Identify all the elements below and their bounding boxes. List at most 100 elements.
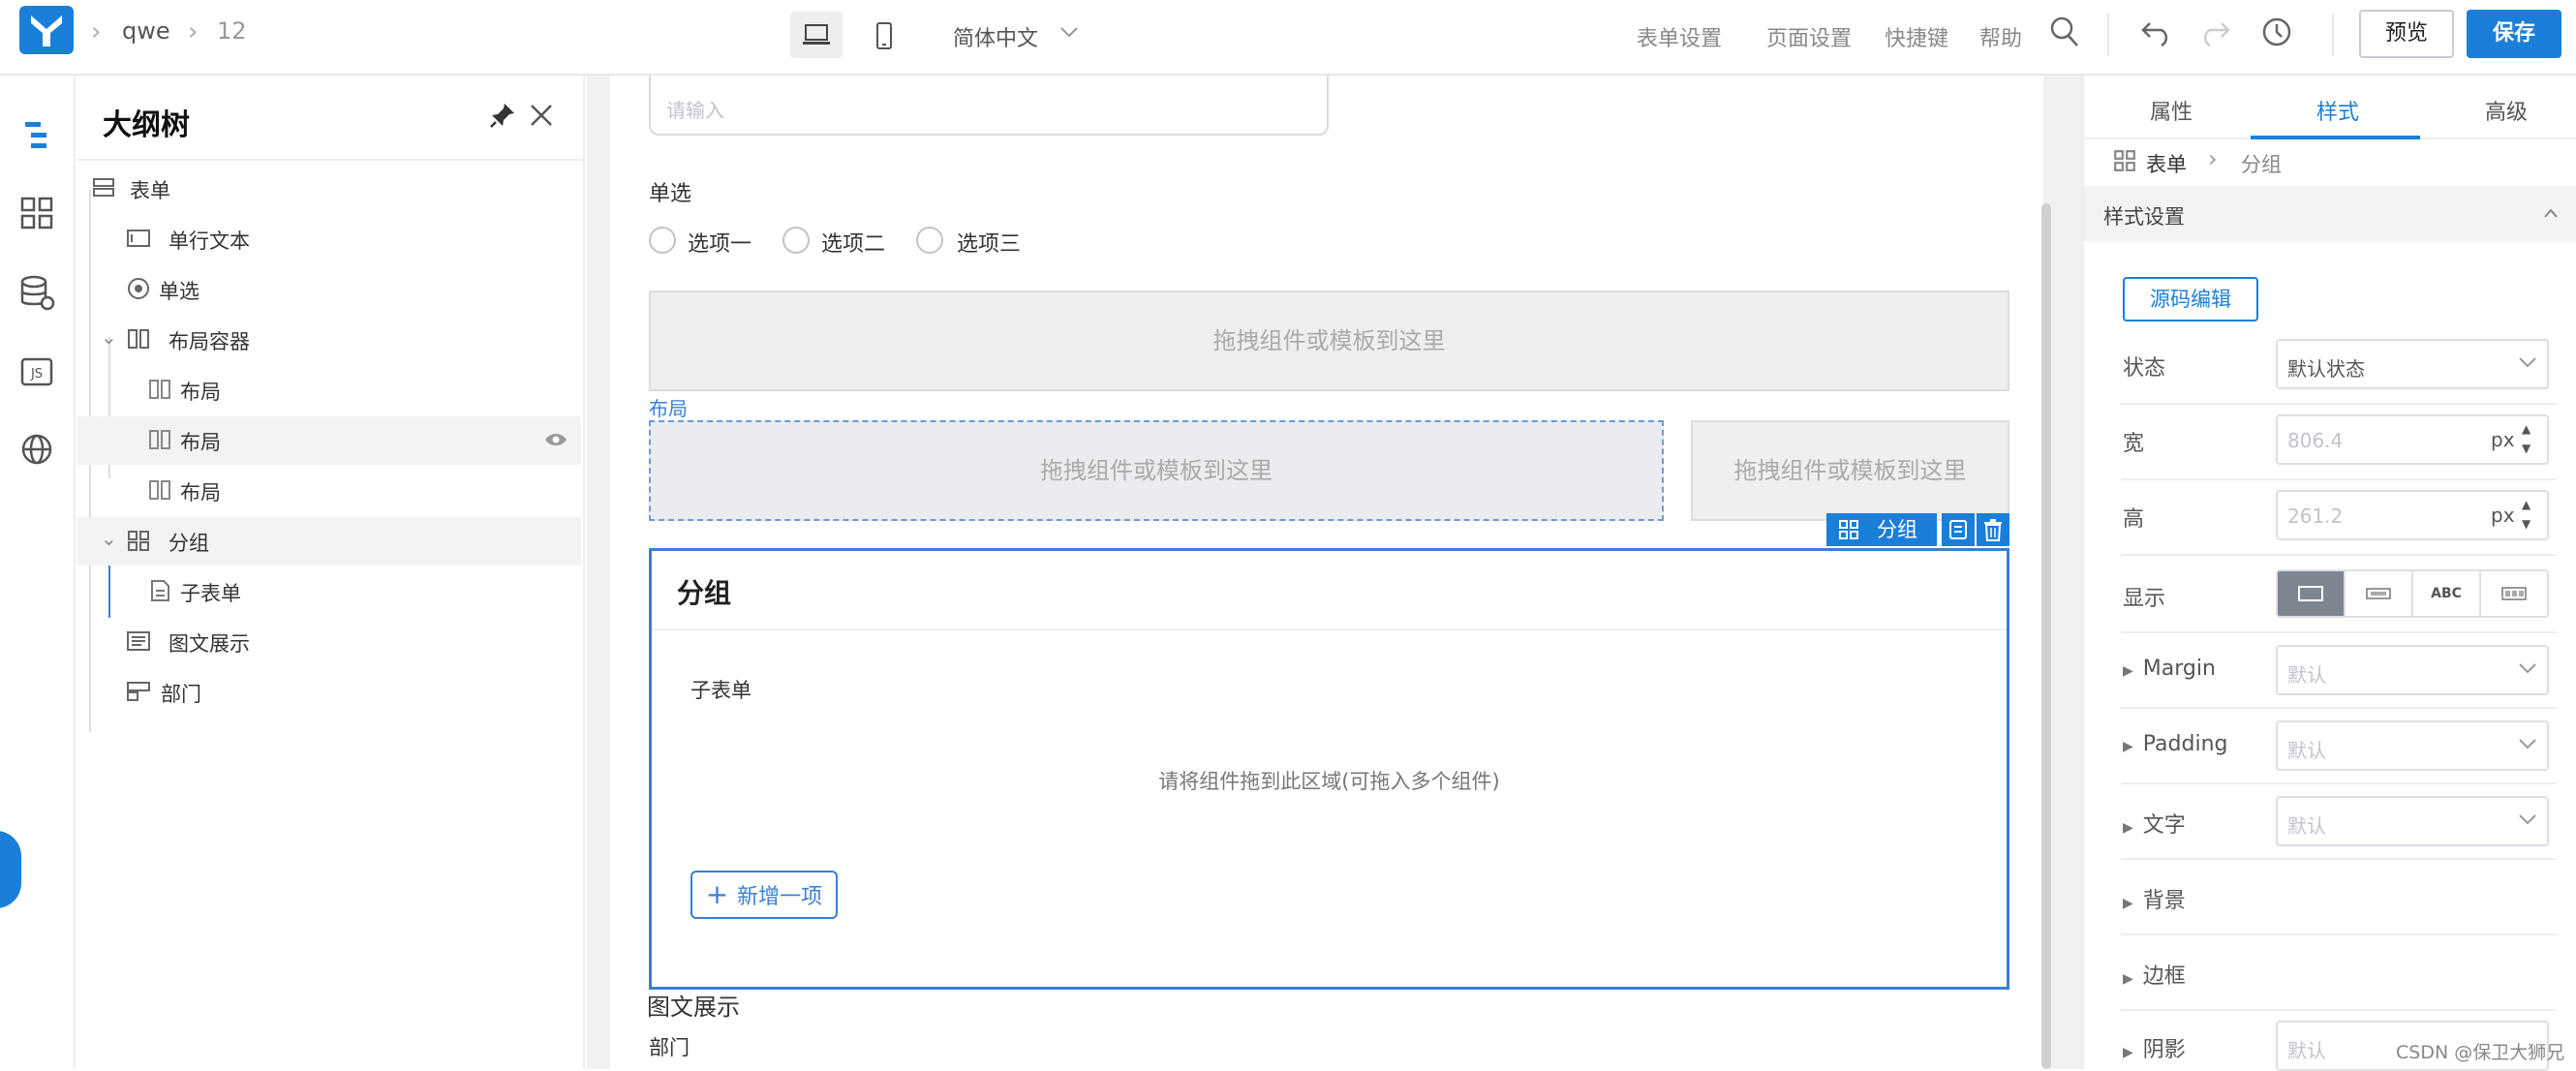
tree-item-layout[interactable]: 布局: [77, 416, 581, 465]
caret-right-icon: ▶: [2123, 1045, 2133, 1060]
outline-tree-icon[interactable]: [17, 116, 56, 155]
chevron-down-icon[interactable]: ⌄: [101, 527, 117, 550]
tree-item-form[interactable]: 表单: [77, 165, 581, 213]
breadcrumb-app[interactable]: qwe: [122, 17, 170, 45]
desktop-view-button[interactable]: [790, 12, 843, 58]
width-unit[interactable]: px: [2491, 428, 2515, 451]
border-toggle[interactable]: ▶ 边框: [2123, 959, 2186, 990]
padding-toggle[interactable]: ▶ Padding: [2123, 732, 2228, 756]
active-tab-underline: [2251, 136, 2420, 139]
redo-icon[interactable]: [2198, 19, 2231, 46]
tree-item-subform[interactable]: 子表单: [77, 567, 581, 616]
style-settings-header[interactable]: 样式设置: [2084, 186, 2576, 242]
save-button[interactable]: 保存: [2467, 10, 2561, 58]
page-settings-link[interactable]: 页面设置: [1766, 21, 1852, 52]
undo-icon[interactable]: [2140, 19, 2173, 46]
subform-drop-hint[interactable]: 请将组件拖到此区域(可拖入多个组件): [652, 766, 2007, 795]
radio-option-2[interactable]: [782, 227, 810, 254]
pin-icon[interactable]: [488, 101, 517, 130]
delete-button[interactable]: [1977, 513, 2009, 546]
tree-item-layout[interactable]: 布局: [77, 467, 581, 515]
tree-item-label: 布局: [180, 381, 221, 404]
tree-item-group[interactable]: ⌄ 分组: [77, 517, 581, 566]
padding-select[interactable]: 默认: [2276, 720, 2549, 771]
mobile-view-button[interactable]: [858, 12, 910, 58]
display-inline-block-option[interactable]: [2346, 571, 2413, 616]
add-item-button[interactable]: + 新增一项: [690, 871, 838, 919]
stepper-up-icon[interactable]: ▲: [2522, 498, 2530, 511]
tree-item-layout[interactable]: 布局: [77, 366, 581, 414]
width-input[interactable]: 806.4 px ▲ ▼: [2276, 414, 2549, 465]
text-style-select[interactable]: 默认: [2276, 796, 2549, 846]
selected-component-tag[interactable]: 分组: [1826, 513, 1937, 546]
tree-item-label: 单选: [159, 280, 199, 303]
column-icon: [149, 430, 170, 449]
shortcuts-link[interactable]: 快捷键: [1885, 21, 1948, 52]
search-icon[interactable]: [2049, 15, 2080, 48]
layout-drop-zone[interactable]: 拖拽组件或模板到这里: [649, 291, 2009, 391]
language-select[interactable]: 简体中文: [953, 21, 1038, 52]
tab-advanced[interactable]: 高级: [2485, 95, 2528, 126]
eye-icon[interactable]: [544, 432, 567, 447]
tree-item-richtext[interactable]: 图文展示: [77, 618, 581, 666]
display-flex-option[interactable]: [2481, 571, 2547, 616]
divider: [2121, 707, 2557, 709]
radio-option-3[interactable]: [916, 227, 943, 254]
display-inline-option[interactable]: ABC: [2413, 571, 2481, 616]
js-code-icon[interactable]: JS: [17, 352, 56, 391]
copy-button[interactable]: [1942, 513, 1975, 546]
stepper-up-icon[interactable]: ▲: [2522, 422, 2530, 436]
layout-column-drop-zone[interactable]: 拖拽组件或模板到这里: [649, 420, 1664, 521]
canvas-scrollbar[interactable]: [2041, 203, 2051, 1069]
expand-fab-button[interactable]: [0, 831, 21, 908]
tree-item-department[interactable]: 部门: [77, 668, 581, 717]
height-unit[interactable]: px: [2491, 504, 2515, 527]
shadow-toggle[interactable]: ▶ 阴影: [2123, 1032, 2186, 1063]
radio-option-label: 选项三: [957, 232, 1022, 257]
datasource-icon[interactable]: [17, 273, 56, 312]
margin-toggle[interactable]: ▶ Margin: [2123, 657, 2216, 681]
stepper-down-icon[interactable]: ▼: [2522, 442, 2530, 455]
padding-placeholder: 默认: [2287, 739, 2326, 762]
department-label: 部门: [649, 1036, 690, 1059]
text-input-field[interactable]: 请输入: [649, 76, 1329, 136]
preview-button[interactable]: 预览: [2359, 10, 2454, 58]
close-icon[interactable]: [529, 103, 554, 128]
components-grid-icon[interactable]: [17, 194, 56, 232]
app-logo[interactable]: [19, 6, 74, 54]
selected-component-name: 分组: [1877, 518, 1917, 541]
tree-item-textfield[interactable]: 单行文本: [77, 215, 581, 263]
layout-column-drop-zone[interactable]: 拖拽组件或模板到这里: [1691, 420, 2009, 521]
height-input[interactable]: 261.2 px ▲ ▼: [2276, 490, 2549, 540]
layout-container-icon: [128, 329, 149, 349]
tab-style[interactable]: 样式: [2316, 95, 2359, 126]
background-toggle[interactable]: ▶ 背景: [2123, 883, 2186, 914]
form-settings-link[interactable]: 表单设置: [1637, 21, 1722, 52]
group-component[interactable]: 分组 子表单 请将组件拖到此区域(可拖入多个组件) + 新增一项: [649, 548, 2009, 990]
shadow-label: 阴影: [2142, 1038, 2186, 1062]
globe-icon[interactable]: [17, 430, 56, 469]
display-block-option[interactable]: [2278, 571, 2346, 616]
text-style-toggle[interactable]: ▶ 文字: [2123, 808, 2186, 839]
border-label: 边框: [2142, 964, 2186, 989]
tree-item-label: 布局: [180, 431, 221, 454]
caret-right-icon: ▶: [2123, 739, 2133, 754]
tree-item-radio[interactable]: 单选: [77, 265, 581, 314]
tree-item-label: 布局: [180, 481, 221, 505]
breadcrumb-form[interactable]: 表单: [2146, 149, 2187, 178]
layout-tag-label: 布局: [649, 397, 688, 420]
tree-item-layout-container[interactable]: ⌄ 布局容器: [77, 316, 581, 364]
breadcrumb-page[interactable]: 12: [217, 17, 247, 45]
phone-icon: [876, 22, 892, 49]
margin-select[interactable]: 默认: [2276, 645, 2549, 695]
divider: [2121, 403, 2557, 405]
tab-properties[interactable]: 属性: [2150, 95, 2193, 126]
chevron-right-icon: ›: [188, 17, 199, 46]
source-edit-button[interactable]: 源码编辑: [2123, 277, 2258, 321]
chevron-down-icon[interactable]: ⌄: [101, 325, 117, 349]
help-link[interactable]: 帮助: [1979, 21, 2022, 52]
history-clock-icon[interactable]: [2260, 15, 2293, 48]
state-select[interactable]: 默认状态: [2276, 339, 2549, 389]
stepper-down-icon[interactable]: ▼: [2522, 517, 2530, 531]
radio-option-1[interactable]: [649, 227, 676, 254]
